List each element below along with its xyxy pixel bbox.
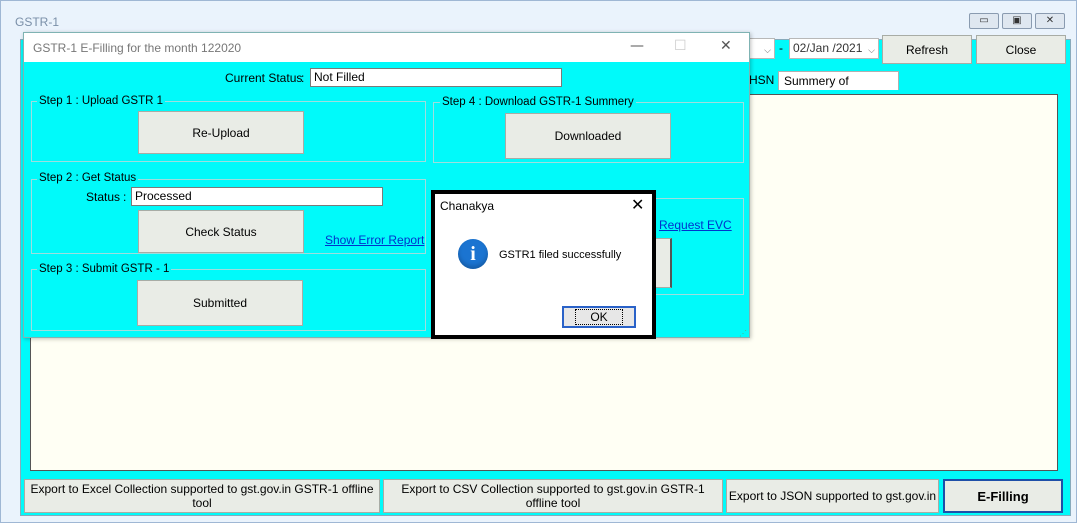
dialog-title: GSTR-1 E-Filling for the month 122020	[33, 41, 242, 55]
refresh-button[interactable]: Refresh	[882, 35, 972, 64]
message-text: GSTR1 filed successfully	[499, 249, 622, 261]
export-csv-button[interactable]: Export to CSV Collection supported to gs…	[383, 479, 723, 513]
to-date-value: 02/Jan /2021	[793, 41, 863, 55]
step4-label: Step 4 : Download GSTR-1 Summery	[440, 96, 636, 108]
maximize-icon: ☐	[674, 38, 687, 54]
info-icon: i	[458, 239, 488, 269]
message-box: Chanakya ✕ i GSTR1 filed successfully OK	[431, 190, 656, 339]
reupload-button[interactable]: Re-Upload	[138, 111, 304, 154]
minimize-button[interactable]: ▭	[969, 13, 999, 29]
message-box-title: Chanakya	[440, 199, 495, 213]
efilling-button[interactable]: E-Filling	[943, 479, 1063, 513]
minimize-icon[interactable]: —	[630, 38, 644, 54]
current-status-field[interactable]: Not Filled	[310, 68, 562, 87]
status-label: Status	[86, 190, 121, 204]
current-status-colon: :	[301, 71, 305, 85]
close-icon[interactable]: ✕	[631, 195, 644, 214]
ok-button-label: OK	[575, 309, 623, 325]
resize-grip-icon[interactable]: ⋰	[739, 329, 747, 338]
tab-hsn[interactable]: HSN	[745, 71, 778, 90]
close-button[interactable]: Close	[976, 35, 1066, 64]
maximize-button[interactable]: ▣	[1002, 13, 1032, 29]
export-excel-button[interactable]: Export to Excel Collection supported to …	[24, 479, 380, 513]
show-error-report-link[interactable]: Show Error Report	[325, 233, 424, 247]
step3-label: Step 3 : Submit GSTR - 1	[37, 263, 172, 275]
chevron-down-icon: ⌵	[868, 46, 875, 56]
close-icon[interactable]: ✕	[720, 38, 732, 54]
downloaded-button[interactable]: Downloaded	[505, 113, 671, 159]
chevron-down-icon: ⌵	[764, 46, 771, 56]
export-json-button[interactable]: Export to JSON supported to gst.gov.in	[726, 479, 939, 513]
status-colon: :	[123, 190, 127, 204]
date-separator: -	[779, 41, 783, 55]
status-field[interactable]: Processed	[131, 187, 383, 206]
step1-label: Step 1 : Upload GSTR 1	[37, 95, 166, 107]
window-title: GSTR-1	[15, 15, 60, 29]
request-evc-link[interactable]: Request EVC	[659, 218, 732, 232]
to-date-picker[interactable]: 02/Jan /2021 ⌵	[789, 38, 879, 59]
dialog-titlebar: GSTR-1 E-Filling for the month 122020 — …	[24, 33, 749, 62]
step2-label: Step 2 : Get Status	[37, 172, 139, 184]
ok-button[interactable]: OK	[562, 306, 636, 328]
check-status-button[interactable]: Check Status	[138, 210, 304, 253]
current-status-label: Current Status	[225, 71, 303, 85]
tab-summary-of-documents[interactable]: Summery of Documents	[778, 71, 899, 106]
submitted-button[interactable]: Submitted	[137, 280, 303, 326]
window-close-button[interactable]: ✕	[1035, 13, 1065, 29]
